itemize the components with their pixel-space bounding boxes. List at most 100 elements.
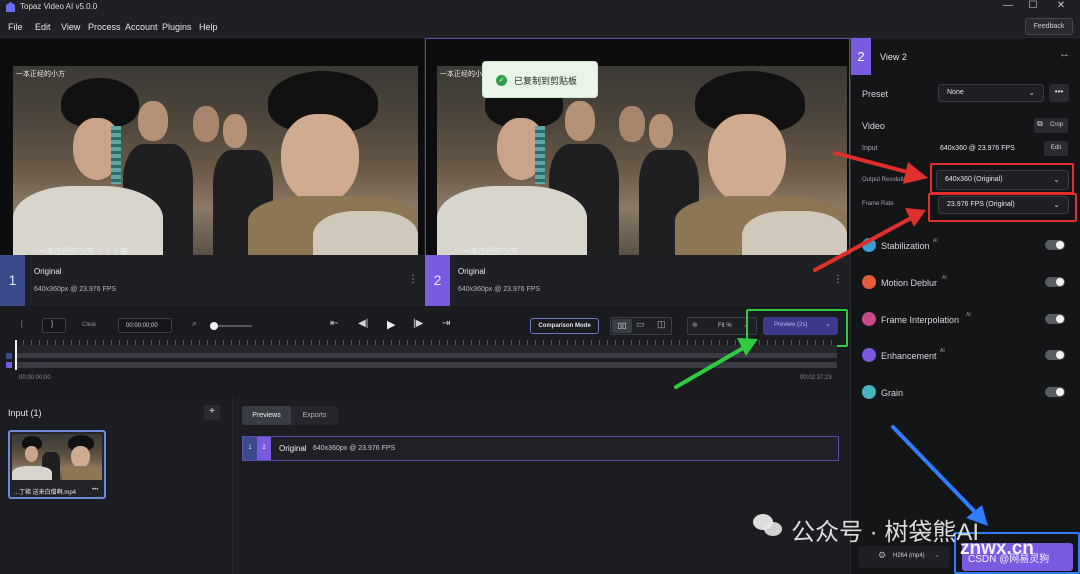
motion-deblur-icon: [862, 275, 876, 289]
watermark-text: 公众号 · 树袋熊AI: [791, 519, 980, 546]
step-back-icon[interactable]: ◀|: [358, 318, 368, 329]
menu-plugins[interactable]: Plugins: [162, 22, 192, 32]
wechat-icon: [753, 514, 783, 538]
grain-toggle[interactable]: [1045, 387, 1065, 397]
menu-edit[interactable]: Edit: [35, 22, 51, 32]
maximize-button[interactable]: ☐: [1018, 0, 1048, 14]
check-icon: ✓: [496, 75, 507, 86]
single-view-icon[interactable]: ▭: [636, 319, 645, 330]
viewer-info-1: 1 Original 640x360px @ 23.976 FPS ⋮: [0, 255, 424, 306]
collapse-sidebar-icon[interactable]: ↔: [1059, 48, 1070, 60]
crop-icon: ⧉: [1037, 119, 1043, 128]
frame-interpolation-label: Frame Interpolation: [881, 315, 960, 325]
watermark-site: znwx.cn: [960, 538, 1034, 559]
codec-select[interactable]: ⚙ H264 (mp4) ⌄: [858, 546, 950, 568]
timeline[interactable]: [15, 345, 837, 353]
output-resolution-label: Output Resolution: [862, 177, 911, 183]
chevron-down-icon: ⌄: [1028, 88, 1035, 97]
zoom-icon: ⌕: [192, 318, 198, 328]
menu-view[interactable]: View: [61, 22, 80, 32]
zoom-slider[interactable]: [212, 325, 252, 327]
comparison-mode-button[interactable]: Comparison Mode: [530, 318, 599, 334]
tab-previews[interactable]: Previews: [242, 406, 291, 425]
skip-start-icon[interactable]: ⇤: [330, 318, 338, 329]
stabilization-toggle[interactable]: [1045, 240, 1065, 250]
view-number-1: 1: [0, 255, 25, 306]
viewer-title-1: Original: [34, 267, 62, 276]
feedback-button[interactable]: Feedback: [1025, 18, 1073, 35]
zoom-slider-handle[interactable]: [210, 322, 218, 330]
viewer-info-2: 2 Original 640x360px @ 23.976 FPS ⋮: [425, 255, 850, 306]
input-label: Input: [862, 145, 878, 152]
viewer-sub-2: 640x360px @ 23.976 FPS: [458, 286, 541, 293]
more-icon[interactable]: ⋮: [408, 274, 418, 285]
chevron-down-icon: ⌄: [934, 552, 940, 559]
video-frame-1: 一本正经的小方 一本正经的小方 丶丨丨串: [13, 66, 418, 255]
menu-account[interactable]: Account: [125, 22, 158, 32]
timeline-end-time: 00:02:37;23: [800, 375, 832, 381]
skip-end-icon[interactable]: ⇥: [442, 318, 450, 329]
subtitle-bottom-1: 一本正经的小方 丶丨丨串: [38, 247, 129, 255]
motion-deblur-label: Motion Deblur: [881, 278, 938, 288]
tab-exports[interactable]: Exports: [291, 406, 338, 425]
preview-row-title: Original: [279, 444, 307, 453]
stabilization-ai-badge: AI: [933, 238, 938, 244]
motion-deblur-ai-badge: AI: [942, 275, 947, 281]
preview-row[interactable]: 1 2 Original 640x360px @ 23.976 FPS: [242, 436, 839, 461]
frame-interpolation-toggle[interactable]: [1045, 314, 1065, 324]
output-resolution-highlight: [930, 163, 1074, 194]
copied-toast: ✓ 已复制到剪贴板: [482, 61, 598, 98]
viewer-title-2: Original: [458, 267, 486, 276]
app-logo-icon: [6, 2, 15, 12]
gear-icon: ⚙: [878, 550, 887, 560]
preset-select[interactable]: None ⌄: [938, 84, 1044, 102]
side-by-side-icon[interactable]: ▯▯: [612, 319, 632, 333]
sidebar-view-title: View 2: [880, 52, 907, 62]
subtitle-top-1: 一本正经的小方: [16, 71, 65, 78]
menu-help[interactable]: Help: [199, 22, 218, 32]
add-input-button[interactable]: +: [204, 405, 220, 420]
view-number-2: 2: [425, 255, 450, 306]
step-forward-icon[interactable]: |▶: [413, 318, 423, 329]
close-button[interactable]: ✕: [1046, 0, 1076, 14]
crop-button[interactable]: ⧉ Crop: [1034, 118, 1068, 133]
preset-more-button[interactable]: •••: [1049, 84, 1069, 102]
file-name: ...丁稀 送来白僧啊.mp4: [14, 490, 77, 496]
frame-interpolation-ai-badge: AI: [966, 312, 971, 318]
stabilization-icon: [862, 238, 876, 252]
title-bar: Topaz Video AI v5.0.0 — ☐ ✕: [0, 0, 1080, 16]
file-thumbnail: [12, 434, 102, 480]
enhancement-ai-badge: AI: [940, 348, 945, 354]
split-view-icon[interactable]: ◫: [657, 319, 666, 330]
preview-row-view-1: 1: [243, 437, 257, 460]
enhancement-label: Enhancement: [881, 351, 937, 361]
play-icon[interactable]: ▶: [387, 318, 395, 331]
edit-input-button[interactable]: Edit: [1044, 141, 1068, 156]
mark-in-button[interactable]: [: [21, 321, 23, 328]
timeline-track-2[interactable]: [15, 362, 837, 368]
motion-deblur-toggle[interactable]: [1045, 277, 1065, 287]
timeline-start-time: 00:00:00;00: [19, 375, 51, 381]
file-more-icon[interactable]: •••: [92, 487, 98, 493]
more-icon[interactable]: ⋮: [833, 274, 843, 285]
stabilization-label: Stabilization: [881, 241, 930, 251]
track-label-2: [6, 362, 12, 368]
input-panel-title: Input (1): [8, 408, 42, 418]
mark-out-button[interactable]: ]: [42, 318, 66, 333]
grain-icon: [862, 385, 876, 399]
menu-file[interactable]: File: [8, 22, 23, 32]
menu-process[interactable]: Process: [88, 22, 121, 32]
clear-button[interactable]: Clear: [82, 322, 96, 328]
timeline-track-1[interactable]: [15, 353, 837, 358]
toast-text: 已复制到剪贴板: [514, 76, 578, 86]
grain-label: Grain: [881, 388, 904, 398]
zoom-icon: ⊕: [692, 322, 698, 329]
input-value: 640x360 @ 23.976 FPS: [940, 145, 1015, 152]
timecode-field[interactable]: 00:00:00;00: [118, 318, 172, 333]
enhancement-toggle[interactable]: [1045, 350, 1065, 360]
app-title: Topaz Video AI v5.0.0: [20, 2, 98, 11]
enhancement-icon: [862, 348, 876, 362]
input-file-card[interactable]: ...丁稀 送来白僧啊.mp4 •••: [8, 430, 106, 499]
playhead[interactable]: [15, 340, 17, 370]
preview-row-sub: 640x360px @ 23.976 FPS: [313, 445, 396, 452]
